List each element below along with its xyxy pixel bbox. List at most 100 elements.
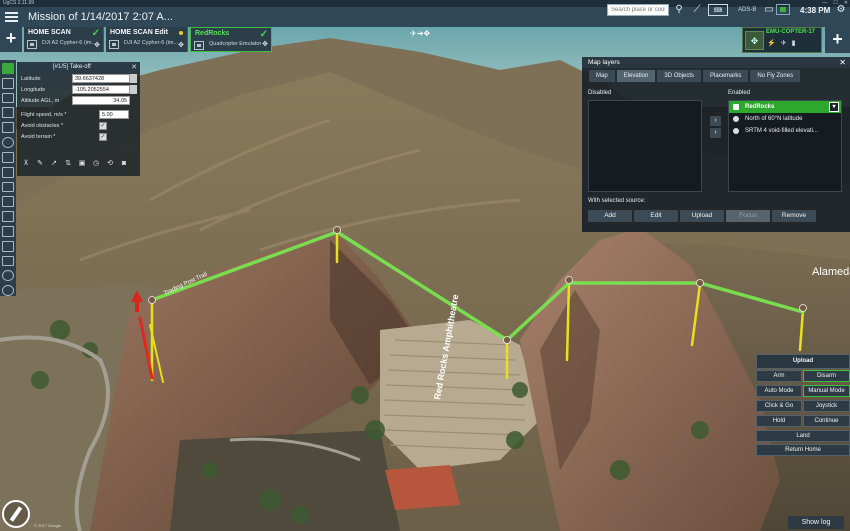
hold-button[interactable]: Hold: [756, 415, 802, 427]
sector-tool-icon[interactable]: [2, 196, 14, 208]
layer-name: RedRocks: [745, 104, 775, 110]
disarm-button[interactable]: Disarm: [803, 370, 850, 382]
landing-tool-icon[interactable]: [2, 166, 14, 178]
camera-pitch-icon[interactable]: ↗: [49, 159, 59, 168]
drone-icon: ✥: [94, 42, 100, 49]
perimeter-tool-icon[interactable]: [2, 151, 14, 163]
measure-tool-icon[interactable]: [2, 285, 14, 296]
settings-icon[interactable]: ⚙: [834, 4, 848, 16]
longitude-spinner[interactable]: [130, 85, 137, 94]
orbit-tool-icon[interactable]: [2, 137, 14, 148]
remove-button[interactable]: Remove: [772, 210, 816, 222]
land-button[interactable]: Land: [756, 430, 850, 442]
monitor-icon[interactable]: ▭: [762, 4, 776, 16]
no-fly-tool-icon[interactable]: [2, 270, 14, 282]
focus-button[interactable]: Focus: [726, 210, 770, 222]
add-button[interactable]: Add: [588, 210, 632, 222]
altitude-action-icon[interactable]: ⊼: [21, 159, 31, 168]
mission-card-redrocks[interactable]: RedRocks Quadcopter Emulator ✓ ✥: [190, 27, 272, 52]
compass-icon[interactable]: [2, 500, 30, 528]
arm-button[interactable]: Arm: [756, 370, 802, 382]
move-left-button[interactable]: ‹: [710, 128, 721, 138]
tab-no-fly-zones[interactable]: No Fly Zones: [750, 70, 801, 82]
mission-name: HOME SCAN: [28, 29, 71, 36]
camera-yaw-icon[interactable]: ⇅: [63, 159, 73, 168]
command-panel: Upload Arm Disarm Auto Mode Manual Mode …: [756, 354, 850, 456]
joystick-button[interactable]: Joystick: [803, 400, 850, 412]
keyboard-icon[interactable]: ⌨: [708, 4, 728, 16]
route-tool-icon[interactable]: [2, 181, 14, 193]
follow-vehicle-icon[interactable]: ✈➜✥: [410, 29, 430, 38]
auto-mode-button[interactable]: Auto Mode: [756, 385, 802, 397]
show-log-button[interactable]: Show log: [788, 516, 844, 529]
latitude-spinner[interactable]: [130, 74, 137, 83]
longitude-row: Longitude: [17, 84, 140, 95]
layer-name: North of 60°N latitude: [745, 116, 803, 122]
vehicle-drone-icon: ✥: [745, 31, 764, 50]
map-layers-header: Map layers ✕: [582, 57, 850, 68]
hamburger-menu-icon[interactable]: [0, 7, 22, 27]
manual-mode-button[interactable]: Manual Mode: [803, 385, 850, 397]
tab-map[interactable]: Map: [589, 70, 615, 82]
altitude-field[interactable]: [72, 96, 130, 105]
latitude-field[interactable]: [72, 74, 130, 83]
ruler-icon[interactable]: ⟋: [690, 4, 704, 16]
map-attribution: © 2017 Google: [34, 523, 61, 528]
takeoff-tool-icon[interactable]: [2, 63, 14, 74]
elevation-tool-icon[interactable]: [2, 240, 14, 252]
vehicle-widget[interactable]: ✥ EMU-COPTER-17 ⚡ ✈ ▮: [742, 27, 822, 53]
continue-button[interactable]: Continue: [803, 415, 850, 427]
move-right-button[interactable]: ›: [710, 116, 721, 126]
upload-button[interactable]: Upload: [680, 210, 724, 222]
turn-action-icon[interactable]: ✎: [35, 159, 45, 168]
disabled-list[interactable]: [588, 100, 702, 192]
ruler-tool-icon[interactable]: [2, 225, 14, 237]
tab-placemarks[interactable]: Placemarks: [703, 70, 749, 82]
globe-icon: [733, 116, 739, 122]
list-item[interactable]: RedRocks ▾: [729, 101, 841, 113]
aircraft-icon: [27, 40, 37, 49]
upload-route-button[interactable]: Upload: [756, 354, 850, 369]
click-go-button[interactable]: Click & Go: [756, 400, 802, 412]
signal-icon: ▮: [791, 40, 796, 47]
settings-tool-icon[interactable]: [2, 255, 14, 267]
close-icon[interactable]: ✕: [131, 62, 137, 73]
ads-b-label[interactable]: ADS-B: [738, 7, 756, 13]
add-mission-button[interactable]: +: [0, 27, 22, 52]
mission-card-home-scan-edit[interactable]: HOME SCAN Edit DJI A2 Cypher-6 (im... ✥: [106, 27, 188, 52]
camera-mode-icon[interactable]: ◙: [119, 159, 129, 168]
mission-title[interactable]: Mission of 1/14/2017 2:07 A...: [28, 11, 178, 23]
wait-action-icon[interactable]: ◷: [91, 159, 101, 168]
waypoint-tool-icon[interactable]: [2, 77, 14, 89]
tab-elevation[interactable]: Elevation: [616, 70, 656, 82]
drone-icon: ✥: [178, 42, 184, 49]
circle-tool-icon[interactable]: [2, 122, 14, 134]
longitude-field[interactable]: [72, 85, 130, 94]
mission-card-home-scan[interactable]: HOME SCAN DJI A2 Cypher-6 (im... ✓ ✥: [24, 27, 104, 52]
panorama-icon[interactable]: ⟲: [105, 159, 115, 168]
latitude-label: Latitude: [21, 76, 41, 82]
list-item[interactable]: North of 60°N latitude: [729, 113, 841, 125]
list-item[interactable]: SRTM 4 void-filled elevati...: [729, 125, 841, 137]
close-icon[interactable]: ✕: [839, 57, 846, 68]
search-input[interactable]: [607, 4, 669, 16]
tab-3d-objects[interactable]: 3D Objects: [657, 70, 702, 82]
search-icon[interactable]: ⚲: [672, 4, 686, 16]
enabled-title: Enabled: [728, 90, 751, 96]
drone-icon: ✥: [262, 41, 268, 48]
area-scan-tool-icon[interactable]: [2, 107, 14, 119]
photo-action-icon[interactable]: ▣: [77, 159, 87, 168]
chevron-down-icon[interactable]: ▾: [829, 102, 839, 112]
photogrammetry-tool-icon[interactable]: [2, 92, 14, 104]
mission-strip: + HOME SCAN DJI A2 Cypher-6 (im... ✓ ✥ H…: [0, 27, 272, 52]
speed-field[interactable]: [99, 110, 129, 119]
lower-terrain: [170, 430, 400, 531]
status-monitor-icon[interactable]: [776, 4, 790, 15]
layer-name: SRTM 4 void-filled elevati...: [745, 128, 818, 134]
add-vehicle-button[interactable]: +: [825, 27, 850, 53]
edit-button[interactable]: Edit: [634, 210, 678, 222]
camera-tool-icon[interactable]: [2, 211, 14, 222]
avoid-obstacles-checkbox[interactable]: ✓: [99, 122, 107, 130]
avoid-terrain-checkbox[interactable]: ✓: [99, 133, 107, 141]
return-home-button[interactable]: Return Home: [756, 444, 850, 456]
